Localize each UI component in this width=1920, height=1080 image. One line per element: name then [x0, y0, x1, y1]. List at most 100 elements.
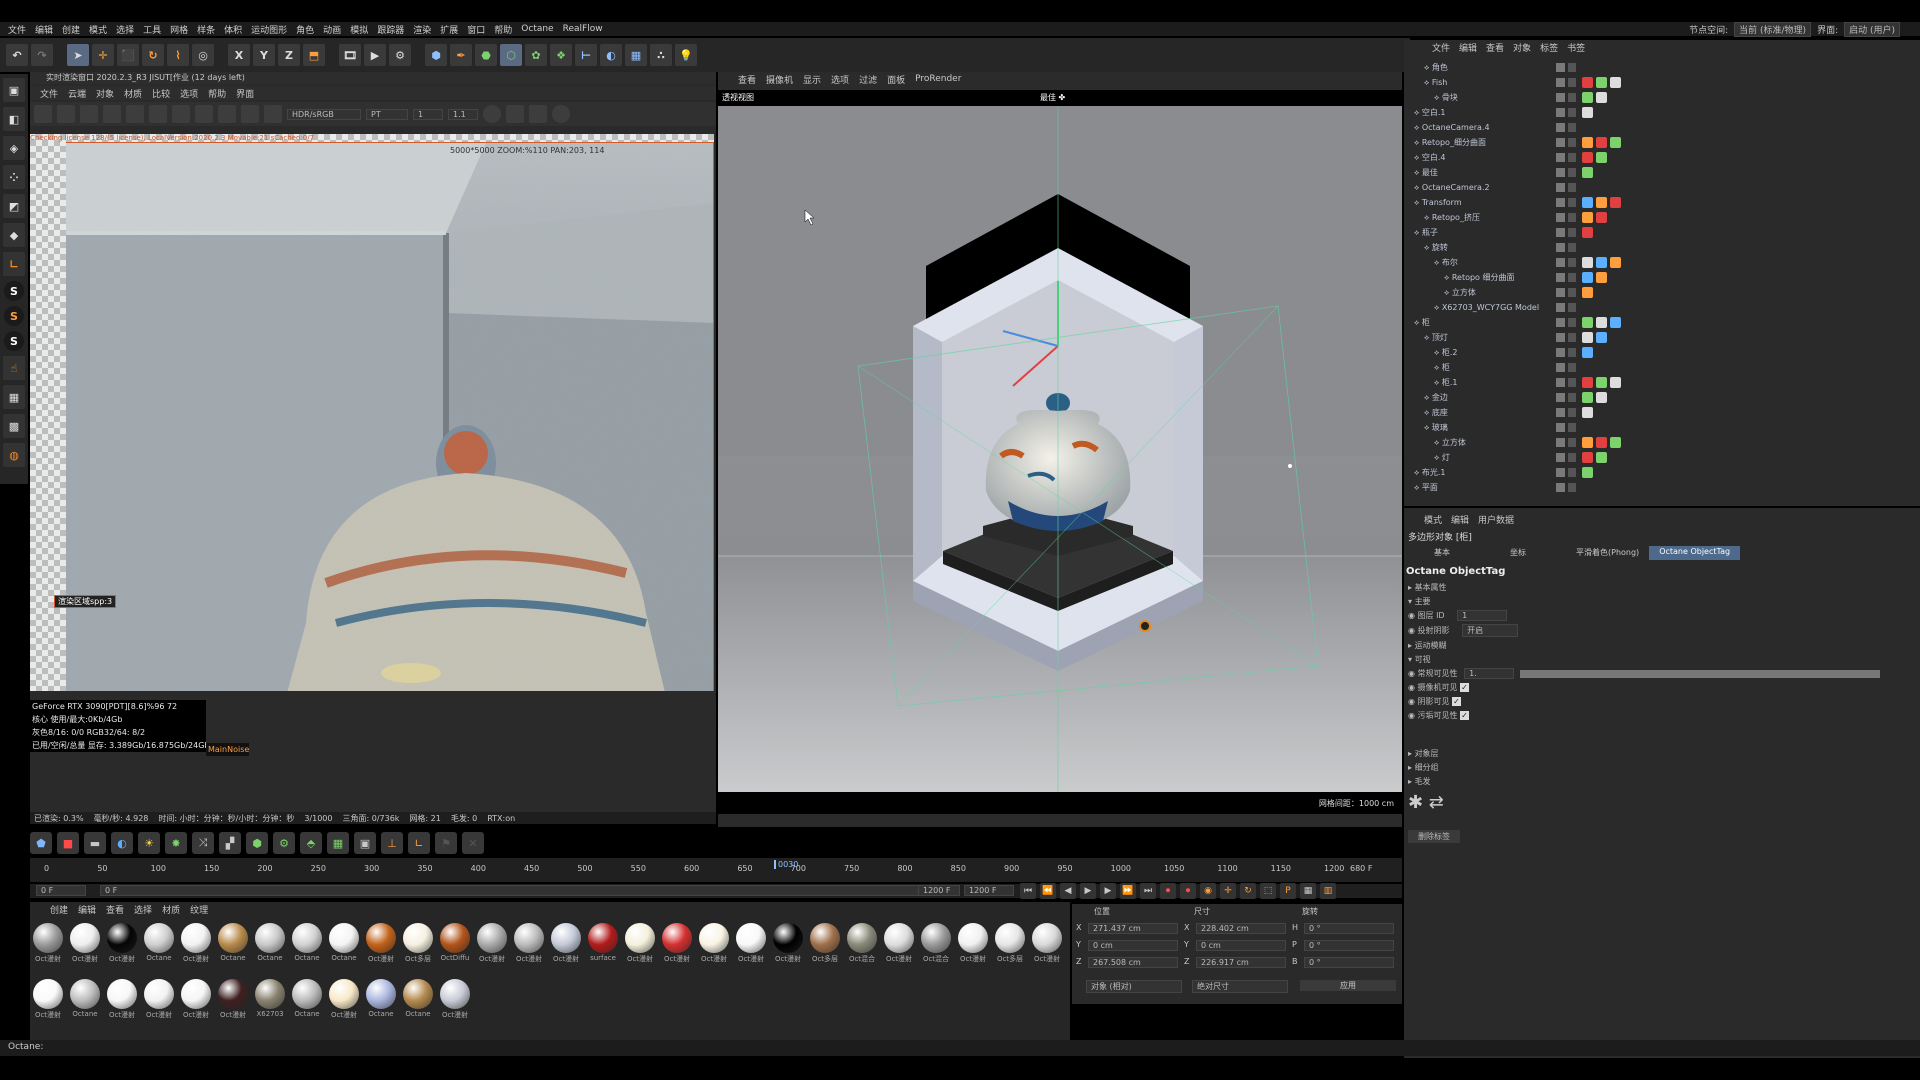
object-row[interactable]: ⟡ 底座 — [1404, 405, 1904, 420]
mat-menu-select[interactable]: 选择 — [134, 903, 152, 916]
object-row[interactable]: ⟡ X62703_WCY7GG Model — [1404, 300, 1904, 315]
menu-mograph[interactable]: 运动图形 — [251, 23, 287, 36]
object-tag-icon[interactable] — [1610, 437, 1621, 448]
material-swatch[interactable]: OctDiffu — [439, 922, 471, 968]
object-tag-icon[interactable] — [1596, 392, 1607, 403]
visibility-toggle[interactable] — [1568, 243, 1576, 252]
material-swatch[interactable]: Octane — [217, 922, 249, 968]
layer-color-swatch[interactable] — [1556, 93, 1565, 102]
object-row[interactable]: ⟡ Transform — [1404, 195, 1904, 210]
lv-menu-cloud[interactable]: 云端 — [68, 87, 86, 100]
octane-disabled-icon-1[interactable]: ⚑ — [435, 832, 457, 854]
object-name[interactable]: ⟡ 顶灯 — [1424, 330, 1448, 345]
octane-volume-icon[interactable]: ▞ — [219, 832, 241, 854]
pass-field-b[interactable]: 1.1 — [448, 108, 478, 120]
menu-tracker[interactable]: 跟踪器 — [377, 23, 404, 36]
hair-icon[interactable]: ∴ — [650, 44, 672, 66]
object-row[interactable]: ⟡ Fish — [1404, 75, 1904, 90]
delete-tag-button[interactable]: 删除标签 — [1408, 830, 1460, 843]
material-swatch[interactable]: Oct漫射 — [550, 922, 582, 968]
floor-icon[interactable]: ▦ — [625, 44, 647, 66]
visibility-toggle[interactable] — [1568, 213, 1576, 222]
om-menu-objects[interactable]: 对象 — [1513, 41, 1531, 54]
pen-icon[interactable]: ✒ — [450, 44, 472, 66]
object-tag-icon[interactable] — [1582, 347, 1593, 358]
object-tag-icon[interactable] — [1596, 212, 1607, 223]
object-name[interactable]: ⟡ Transform — [1414, 195, 1462, 210]
material-swatch[interactable]: Oct多层 — [994, 922, 1026, 968]
material-swatch[interactable]: Oct多层 — [809, 922, 841, 968]
object-row[interactable]: ⟡ 柜 — [1404, 360, 1904, 375]
object-tag-icon[interactable] — [1582, 407, 1593, 418]
menu-mesh[interactable]: 网格 — [170, 23, 188, 36]
axis-mode-icon[interactable]: ∟ — [3, 252, 25, 276]
object-tag-icon[interactable] — [1596, 137, 1607, 148]
object-tag-icon[interactable] — [1582, 287, 1593, 298]
model-mode-icon[interactable]: ◧ — [3, 107, 25, 131]
object-tag-icon[interactable] — [1582, 167, 1593, 178]
object-name[interactable]: ⟡ 骨块 — [1434, 90, 1458, 105]
material-swatch[interactable]: Oct漫射 — [180, 978, 212, 1024]
node-space-dropdown[interactable]: 当前 (标准/物理) — [1734, 21, 1812, 37]
object-row[interactable]: ⟡ Retopo 细分曲面 — [1404, 270, 1904, 285]
material-swatch[interactable]: Oct漫射 — [106, 922, 138, 968]
object-tag-icon[interactable] — [1582, 197, 1593, 208]
octane-camera-icon[interactable]: ■ — [57, 832, 79, 854]
undo-icon[interactable]: ↶ — [6, 44, 28, 66]
material-swatch[interactable]: Octane — [365, 978, 397, 1024]
octane-hdri-icon[interactable]: ◐ — [111, 832, 133, 854]
object-name[interactable]: ⟡ 平面 — [1414, 480, 1438, 495]
end-frame-field[interactable]: 1200 F — [918, 885, 960, 896]
om-menu-tags[interactable]: 标签 — [1540, 41, 1558, 54]
object-row[interactable]: ⟡ 柜.2 — [1404, 345, 1904, 360]
texture-mode-icon[interactable]: ◈ — [3, 136, 25, 160]
visibility-toggle[interactable] — [1568, 408, 1576, 417]
visibility-toggle[interactable] — [1568, 78, 1576, 87]
material-swatch[interactable]: Oct漫射 — [661, 922, 693, 968]
visibility-toggle[interactable] — [1568, 318, 1576, 327]
make-editable-icon[interactable]: ▣ — [3, 78, 25, 102]
layer-color-swatch[interactable] — [1556, 393, 1565, 402]
object-tag-icon[interactable] — [1582, 272, 1593, 283]
layer-color-swatch[interactable] — [1556, 243, 1565, 252]
octane-rect-light-icon[interactable]: ▬ — [84, 832, 106, 854]
pass-field-a[interactable]: 1 — [413, 108, 443, 120]
next-frame-icon[interactable]: ▶ — [1100, 883, 1116, 899]
lv-menu-materials[interactable]: 材质 — [124, 87, 142, 100]
object-tag-icon[interactable] — [1610, 377, 1621, 388]
object-name[interactable]: ⟡ 灯 — [1434, 450, 1450, 465]
focus-picker-icon[interactable] — [241, 105, 259, 123]
menu-realflow[interactable]: RealFlow — [563, 24, 603, 34]
attr-menu-edit[interactable]: 编辑 — [1451, 513, 1469, 526]
material-swatch[interactable]: Oct混合 — [846, 922, 878, 968]
layer-color-swatch[interactable] — [1556, 63, 1565, 72]
cube-icon[interactable]: ⬢ — [425, 44, 447, 66]
material-swatch[interactable]: Octane — [291, 922, 323, 968]
material-swatch[interactable]: Oct漫射 — [32, 978, 64, 1024]
octane-live-icon[interactable]: ⬟ — [30, 832, 52, 854]
layer-color-swatch[interactable] — [1556, 183, 1565, 192]
lock-icon[interactable] — [149, 105, 167, 123]
object-tag-icon[interactable] — [1582, 452, 1593, 463]
octane-axis-icon[interactable]: ⊥ — [381, 832, 403, 854]
object-tag-icon[interactable] — [1582, 137, 1593, 148]
section-motion-blur[interactable]: ▸ 运动模糊 — [1408, 640, 1447, 651]
visibility-toggle[interactable] — [1568, 273, 1576, 282]
snap-icon[interactable]: S — [4, 281, 24, 301]
lv-menu-compare[interactable]: 比较 — [152, 87, 170, 100]
object-row[interactable]: ⟡ 灯 — [1404, 450, 1904, 465]
render-region-icon[interactable] — [103, 105, 121, 123]
play-icon[interactable]: ▶ — [1080, 883, 1096, 899]
snap-settings-icon[interactable]: S — [4, 306, 24, 326]
layer-color-swatch[interactable] — [1556, 318, 1565, 327]
octane-daylight-icon[interactable]: ☀ — [138, 832, 160, 854]
section-object-layer[interactable]: ▸ 对象层 — [1408, 748, 1439, 759]
restart-render-icon[interactable] — [57, 105, 75, 123]
section-subdivision[interactable]: ▸ 细分组 — [1408, 762, 1439, 773]
recent-tool-icon[interactable]: ⌇ — [167, 44, 189, 66]
object-row[interactable]: ⟡ 立方体 — [1404, 285, 1904, 300]
apply-button[interactable]: 应用 — [1300, 980, 1396, 991]
mat-menu-edit[interactable]: 编辑 — [78, 903, 96, 916]
object-tag-icon[interactable] — [1582, 317, 1593, 328]
object-row[interactable]: ⟡ Retopo_挤压 — [1404, 210, 1904, 225]
